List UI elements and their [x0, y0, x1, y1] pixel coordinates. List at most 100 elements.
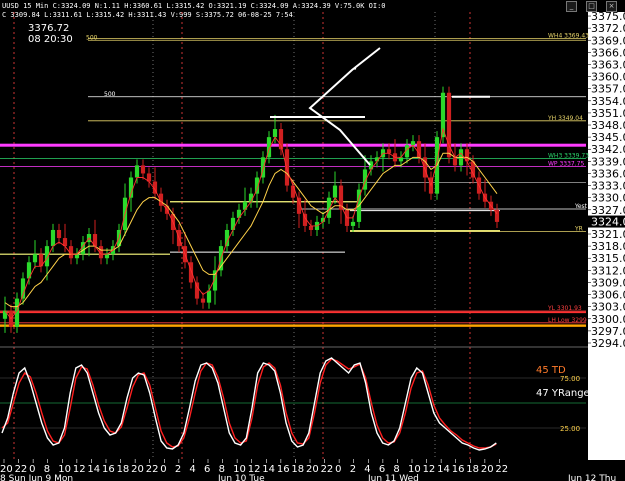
candle-body — [308, 225, 314, 230]
annotation-dot — [353, 67, 357, 70]
y-tick-label: 3363.00 — [591, 58, 625, 71]
y-tick-label: 3366.00 — [591, 46, 625, 59]
y-tick-label: 3345.00 — [591, 131, 625, 144]
candle-body — [386, 149, 392, 154]
x-tick-label: 20 — [131, 464, 144, 475]
x-tick-label: 22 — [321, 464, 334, 475]
candle-body — [350, 221, 356, 226]
header-line-2: C 3309.84 L:3311.61 L:3315.42 H:3311.43 … — [2, 11, 293, 19]
candle-body — [284, 149, 290, 186]
x-tick-label: 12 — [423, 464, 436, 475]
y-tick-label: 3336.00 — [591, 167, 625, 180]
y-tick-label: 3315.00 — [591, 252, 625, 265]
candle-body — [74, 254, 80, 259]
y-tick-label: 3297.00 — [591, 325, 625, 338]
candle-body — [32, 254, 38, 263]
candle-body — [194, 282, 200, 299]
x-tick-label: 20 — [306, 464, 319, 475]
drawn-zigzag-annotation — [308, 47, 381, 166]
y-tick-label: 3357.00 — [591, 83, 625, 96]
x-tick-label: 22 — [495, 464, 508, 475]
y-tick-label: 3333.00 — [591, 180, 625, 193]
osc-tick-label: 75.00 — [560, 375, 580, 383]
x-tick-label: 20 — [481, 464, 494, 475]
candle-body — [452, 157, 458, 166]
y-tick-label: 3321.00 — [591, 228, 625, 241]
level-label-5: WP 3337.75 — [548, 160, 584, 167]
candle-body — [104, 254, 110, 259]
candle-body — [134, 165, 140, 178]
candle-body — [272, 129, 278, 138]
level-label-9: LH Low 3299 — [548, 317, 587, 324]
weekly-low-band — [0, 324, 586, 327]
level-label-2: 500 — [104, 91, 116, 98]
cursor-time: 08 20:30 — [28, 34, 73, 45]
y-tick-label: 3330.00 — [591, 192, 625, 205]
candle-body — [2, 310, 8, 319]
price-chart[interactable]: UUSD 15 Min C:3324.09 N:1.11 H:3360.61 L… — [0, 0, 625, 481]
y-tick-label: 3312.00 — [591, 264, 625, 277]
level-label-4: WH3 3339.73 — [548, 152, 589, 159]
level-label-0: 500 — [86, 34, 98, 41]
close-icon[interactable]: × — [606, 1, 617, 12]
candle-body — [398, 157, 404, 162]
cursor-price: 3376.72 — [28, 23, 69, 34]
candle-body — [248, 193, 254, 202]
y-tick-label: 3303.00 — [591, 301, 625, 314]
x-tick-label: 12 — [73, 464, 86, 475]
candle-body — [140, 165, 146, 174]
level-label-1: WH4 3369.43 — [548, 33, 589, 40]
x-tick-label: 0 — [160, 464, 166, 475]
y-tick-label: 3318.00 — [591, 240, 625, 253]
candle-body — [242, 201, 248, 210]
candle-body — [332, 185, 338, 198]
y-tick-label: 3351.00 — [591, 107, 625, 120]
x-tick-label: 4 — [189, 464, 195, 475]
y-tick-label: 3348.00 — [591, 119, 625, 132]
x-tick-label: 18 — [117, 464, 130, 475]
level-label-8: YL 3301.93 — [547, 305, 582, 312]
osc-label-yrange: 47 YRange — [536, 388, 590, 399]
y-tick-label: 3342.00 — [591, 143, 625, 156]
x-tick-label: 16 — [277, 464, 290, 475]
x-tick-label: 16 — [452, 464, 465, 475]
y-tick-label: 3309.00 — [591, 276, 625, 289]
last-price-label: 3324.09 — [591, 216, 625, 229]
weekly-pivot-band — [0, 143, 586, 147]
chart-window: UUSD 15 Min C:3324.09 N:1.11 H:3360.61 L… — [0, 0, 625, 481]
x-tick-label: 18 — [291, 464, 304, 475]
y-tick-label: 3339.00 — [591, 155, 625, 168]
candle-body — [290, 185, 296, 198]
x-tick-label: 2 — [175, 464, 181, 475]
osc-label-td: 45 TD — [536, 365, 566, 376]
x-tick-label: 14 — [437, 464, 450, 475]
candle-body — [230, 217, 236, 230]
y-tick-label: 3372.00 — [591, 22, 625, 35]
header-line-1: UUSD 15 Min C:3324.09 N:1.11 H:3360.61 L… — [2, 2, 386, 10]
level-label-3: YH 3349.04 — [547, 115, 583, 122]
y-tick-label: 3300.00 — [591, 313, 625, 326]
x-tick-label: 0 — [335, 464, 341, 475]
x-tick-label: 22 — [146, 464, 159, 475]
y-tick-label: 3369.00 — [591, 34, 625, 47]
candle-body — [224, 229, 230, 247]
candle-body — [236, 209, 242, 218]
x-tick-label: 16 — [102, 464, 115, 475]
level-label-7: YR — [574, 226, 583, 233]
minimize-icon[interactable]: _ — [566, 1, 577, 12]
date-label: Jun 12 Thu — [567, 474, 616, 481]
y-tick-label: 3294.00 — [591, 337, 625, 350]
candle-body — [200, 298, 206, 303]
y-tick-label: 3360.00 — [591, 71, 625, 84]
candle-body — [50, 229, 56, 247]
level-label-6: Yest H — [574, 203, 593, 210]
maximize-icon[interactable]: □ — [586, 1, 597, 12]
osc-label-sto: STO 34 — [590, 406, 625, 417]
date-label: Jun 11 Wed — [367, 474, 419, 481]
x-tick-label: 2 — [350, 464, 356, 475]
candle-body — [410, 141, 416, 146]
x-tick-label: 18 — [466, 464, 479, 475]
x-tick-label: 6 — [204, 464, 210, 475]
candle-body — [206, 290, 212, 303]
candle-body — [56, 229, 62, 239]
